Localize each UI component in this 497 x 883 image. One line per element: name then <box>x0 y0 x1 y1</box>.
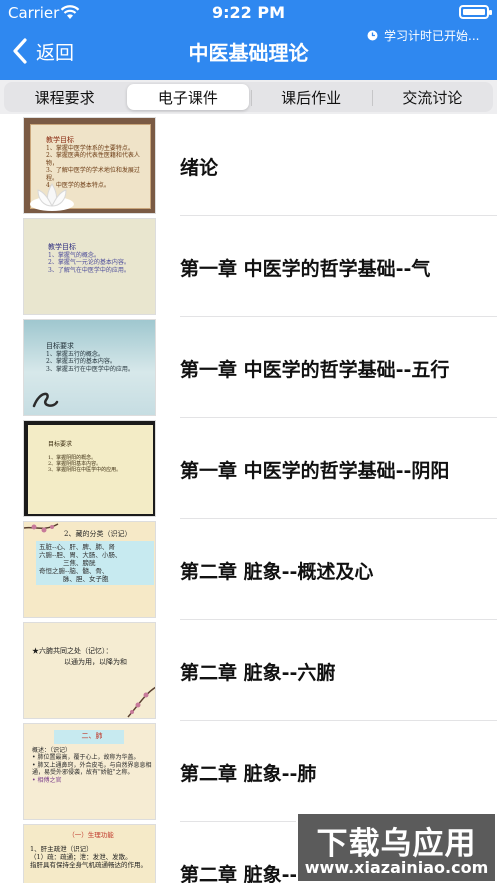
study-timer-label: 学习计时已开始... <box>384 29 480 43</box>
list-item[interactable]: 教学目标 1、掌握气的概念。 2、掌握气一元论的基本内容。 3、了解气在中医学中… <box>0 218 497 319</box>
slide-thumbnail: 二、肺 概述：（识记） • 肺位置最高，覆于心上，故称为华盖。 • 肺又上通鼻窍… <box>23 723 156 820</box>
tab-discussion[interactable]: 交流讨论 <box>371 82 493 112</box>
row-divider <box>180 720 497 721</box>
watermark-title: 下载乌应用 <box>316 826 477 862</box>
list-item[interactable]: 二、肺 概述：（识记） • 肺位置最高，覆于心上，故称为华盖。 • 肺又上通鼻窍… <box>0 723 497 824</box>
slide-heading: 2、藏的分类（识记） <box>64 530 132 538</box>
slide-thumbnail: ★六腑共同之处（记忆）： 以通为用，以降为和 <box>23 622 156 719</box>
tab-separator <box>371 90 373 106</box>
slide-line: 2、掌握医典的代表性医籍和代表人物， <box>46 152 140 167</box>
top-bar: Carrier 9:22 PM 返回 中医基础理论 学习计时已开始... <box>0 0 497 80</box>
courseware-title: 第一章 中医学的哲学基础--五行 <box>180 359 450 381</box>
slide-thumbnail: 目标要求 1、掌握阴阳的概念。 2、掌握阴阳基本内容。 3、掌握阴阳在中医学中的… <box>23 420 156 517</box>
slide-line: 3、了解气在中医学中的应用。 <box>48 266 130 274</box>
slide-heading: （一）生理功能 <box>68 831 114 839</box>
slide-line: • 肺位置最高，覆于心上，故称为华盖。 <box>32 754 140 762</box>
tab-label: 电子课件 <box>157 88 218 107</box>
watermark: 下载乌应用 www.xiazainiao.com <box>296 812 497 883</box>
slide-line: 3、掌握阴阳在中医学中的应用。 <box>48 467 122 473</box>
slide-thumbnail: （一）生理功能 1、肝主疏泄（识记） （1）疏：疏通；泄：发泄、发散。 指肝具有… <box>23 824 156 883</box>
study-timer: 学习计时已开始... <box>367 27 479 44</box>
list-item[interactable]: 教学目标 1、掌握中医学体系的主要特点。 2、掌握医典的代表性医籍和代表人物， … <box>0 117 497 218</box>
brush-stroke-icon <box>32 392 59 408</box>
slide-line: 3、掌握五行在中医学中的应用。 <box>46 365 134 373</box>
slide-line: 指肝具有保持全身气机疏通畅达的作用。 <box>30 861 147 870</box>
slide-heading: 教学目标 <box>48 243 76 251</box>
row-divider <box>180 215 497 216</box>
slide-line: • 相傅之官 <box>32 776 62 784</box>
slide-line: 脉、胆、女子胞 <box>63 575 109 584</box>
tab-bar: 课程要求 电子课件 课后作业 交流讨论 <box>0 80 497 114</box>
slide-thumbnail: 教学目标 1、掌握气的概念。 2、掌握气一元论的基本内容。 3、了解气在中医学中… <box>23 218 156 315</box>
slide-line: • 肺又上通鼻窍，外合皮毛，与自然界息息相通，易受外邪侵袭，故有"娇脏"之称。 <box>32 761 152 777</box>
row-divider <box>180 417 497 418</box>
slide-heading: ★六腑共同之处（记忆）： <box>32 647 113 655</box>
slide-heading: 目标要求 <box>48 441 73 448</box>
slide-line: 以通为用，以降为和 <box>64 657 127 666</box>
slide-line: 三焦、膀胱 <box>63 559 96 567</box>
row-divider <box>180 518 497 519</box>
list-item[interactable]: 目标要求 1、掌握阴阳的概念。 2、掌握阴阳基本内容。 3、掌握阴阳在中医学中的… <box>0 420 497 521</box>
slide-heading: 目标要求 <box>46 342 74 350</box>
courseware-title: 第二章 脏象--肺 <box>180 763 317 785</box>
slide-line: 五脏--心、肝、脾、肺、肾 <box>39 542 115 551</box>
clock-icon <box>367 30 378 41</box>
courseware-title: 第一章 中医学的哲学基础--阴阳 <box>180 460 450 482</box>
tab-label: 课程要求 <box>34 88 95 107</box>
tab-label: 交流讨论 <box>402 88 463 107</box>
courseware-title: 第二章 脏象--六腑 <box>180 662 336 684</box>
row-divider <box>180 316 497 317</box>
battery-icon <box>459 5 492 19</box>
courseware-title: 第二章 脏象--概述及心 <box>180 561 374 583</box>
status-time: 9:22 PM <box>211 3 285 22</box>
list-item[interactable]: ★六腑共同之处（记忆）： 以通为用，以降为和 第二章 脏象--六腑 <box>0 622 497 723</box>
row-divider <box>180 619 497 620</box>
tab-separator <box>250 90 252 106</box>
slide-line: 六腑--胆、胃、大肠、小肠、 <box>39 550 122 559</box>
slide-thumbnail: 教学目标 1、掌握中医学体系的主要特点。 2、掌握医典的代表性医籍和代表人物， … <box>23 117 156 214</box>
segmented-control: 课程要求 电子课件 课后作业 交流讨论 <box>4 82 493 112</box>
list-item[interactable]: 目标要求 1、掌握五行的概念。 2、掌握五行的基本内容。 3、掌握五行在中医学中… <box>0 319 497 420</box>
tab-courseware[interactable]: 电子课件 <box>127 84 249 110</box>
slide-line: 2、掌握气一元论的基本内容。 <box>48 259 130 267</box>
courseware-title: 绪论 <box>180 157 219 179</box>
slide-line: 2、掌握五行的基本内容。 <box>46 358 116 366</box>
slide-thumbnail: 2、藏的分类（识记） 五脏--心、肝、脾、肺、肾 六腑--胆、胃、大肠、小肠、 … <box>23 521 156 618</box>
lotus-icon <box>30 183 74 211</box>
slide-thumbnail: 目标要求 1、掌握五行的概念。 2、掌握五行的基本内容。 3、掌握五行在中医学中… <box>23 319 156 416</box>
branch-decoration-icon <box>127 686 155 718</box>
courseware-title: 第一章 中医学的哲学基础--气 <box>180 258 431 280</box>
watermark-url: www.xiazainiao.com <box>304 858 489 877</box>
slide-heading: 二、肺 <box>81 732 103 740</box>
courseware-list: 教学目标 1、掌握中医学体系的主要特点。 2、掌握医典的代表性医籍和代表人物， … <box>0 117 497 883</box>
tab-course-requirements[interactable]: 课程要求 <box>4 82 125 112</box>
list-item[interactable]: 2、藏的分类（识记） 五脏--心、肝、脾、肺、肾 六腑--胆、胃、大肠、小肠、 … <box>0 521 497 622</box>
status-bar: Carrier 9:22 PM <box>0 0 497 24</box>
slide-heading: 教学目标 <box>46 136 74 144</box>
tab-homework[interactable]: 课后作业 <box>250 82 372 112</box>
tab-label: 课后作业 <box>281 88 342 107</box>
